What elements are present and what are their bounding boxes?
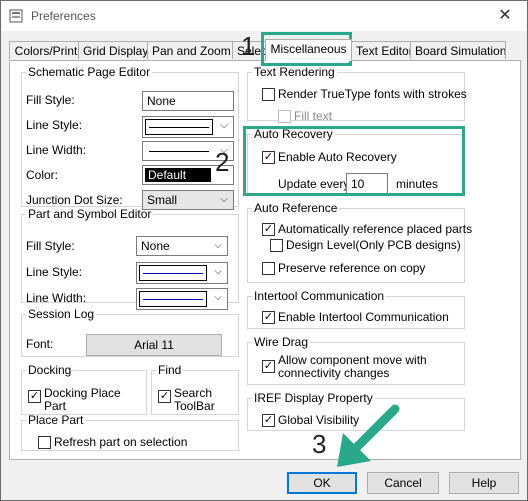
chevron-down-icon: ⌵	[214, 240, 222, 251]
group-title: Schematic Page Editor	[28, 65, 151, 79]
title-bar: Preferences ✕	[1, 1, 527, 31]
render-truetype-checkbox[interactable]	[262, 88, 275, 101]
auto-reference-checkbox[interactable]: ✓	[262, 223, 275, 236]
auto-reference-label: Automatically reference placed parts	[278, 222, 473, 236]
design-level-label: Design Level(Only PCB designs)	[286, 238, 461, 252]
color-label: Color:	[26, 168, 59, 182]
docking-place-part-label: Docking Place Part	[44, 386, 121, 413]
group-title: Text Rendering	[254, 65, 335, 79]
arrow-annotation-icon	[337, 404, 400, 467]
cancel-button[interactable]: Cancel	[367, 472, 439, 494]
annotation-number-1: 1	[241, 31, 256, 61]
text-rendering-group: Text Rendering Render TrueType fonts wit…	[247, 65, 467, 123]
app-icon	[9, 9, 23, 23]
ok-button[interactable]: OK	[287, 472, 357, 494]
chevron-down-icon: ⌵	[214, 292, 222, 303]
preserve-reference-label: Preserve reference on copy	[278, 261, 426, 275]
group-title: Intertool Communication	[254, 289, 385, 303]
annotation-number-2: 2	[215, 147, 230, 177]
intertool-communication-group: Intertool Communication ✓ Enable Interto…	[247, 289, 465, 329]
tab-pan-and-zoom[interactable]: Pan and Zoom	[147, 41, 233, 59]
group-title: Auto Recovery	[254, 127, 333, 141]
tab-text-editor[interactable]: Text Editor	[351, 41, 411, 59]
junction-dot-size-label: Junction Dot Size:	[26, 193, 123, 207]
fill-style-label: Fill Style:	[26, 93, 75, 107]
miscellaneous-panel: Schematic Page Editor Fill Style: None L…	[9, 60, 521, 460]
fill-text-label: Fill text	[294, 109, 333, 123]
tab-board-simulation[interactable]: Board Simulation	[410, 41, 506, 59]
part-line-style-select[interactable]: ⌵	[136, 262, 228, 284]
fill-style-select[interactable]: None	[142, 91, 234, 111]
chevron-down-icon: ⌵	[220, 120, 228, 131]
group-title: Auto Reference	[254, 201, 338, 215]
minutes-label: minutes	[396, 177, 439, 191]
tab-strip: Colors/Print Grid Display Pan and Zoom S…	[9, 39, 521, 61]
fill-style-label: Fill Style:	[26, 239, 75, 253]
wire-drag-group: Wire Drag ✓ Allow component move with co…	[247, 335, 465, 385]
allow-component-move-label: Allow component move with connectivity c…	[278, 353, 427, 380]
line-style-label: Line Style:	[26, 118, 83, 132]
auto-reference-group: Auto Reference ✓ Automatically reference…	[247, 201, 472, 283]
annotation-number-3: 3	[312, 429, 327, 459]
group-title: Place Part	[28, 413, 84, 427]
search-toolbar-checkbox[interactable]: ✓	[158, 390, 171, 403]
close-button[interactable]: ✕	[483, 1, 527, 31]
font-label: Font:	[26, 337, 54, 351]
update-every-label: Update every	[278, 177, 350, 191]
part-fill-style-select[interactable]: None ⌵	[136, 236, 228, 256]
design-level-checkbox[interactable]	[270, 239, 283, 252]
help-button[interactable]: Help	[449, 472, 519, 494]
docking-group: Docking ✓ Docking Place Part	[21, 363, 147, 415]
enable-auto-recovery-checkbox[interactable]: ✓	[262, 151, 275, 164]
fill-text-checkbox[interactable]	[278, 110, 291, 123]
enable-intertool-label: Enable Intertool Communication	[278, 310, 449, 324]
preserve-reference-checkbox[interactable]	[262, 262, 275, 275]
tab-grid-display[interactable]: Grid Display	[78, 41, 148, 59]
update-every-input[interactable]: 10	[346, 173, 388, 195]
tab-colors-print[interactable]: Colors/Print	[9, 41, 83, 59]
render-truetype-label: Render TrueType fonts with strokes	[278, 87, 467, 101]
schematic-page-editor-group: Schematic Page Editor Fill Style: None L…	[21, 65, 239, 210]
refresh-part-checkbox[interactable]	[38, 436, 51, 449]
place-part-group: Place Part Refresh part on selection	[21, 413, 239, 451]
color-value: Default	[148, 168, 187, 182]
global-visibility-checkbox[interactable]: ✓	[262, 414, 275, 427]
allow-component-move-checkbox[interactable]: ✓	[262, 360, 275, 373]
group-title: Part and Symbol Editor	[28, 207, 152, 221]
line-width-label: Line Width:	[26, 143, 87, 157]
window-title: Preferences	[31, 9, 96, 23]
enable-auto-recovery-label: Enable Auto Recovery	[278, 150, 397, 164]
group-title: Wire Drag	[254, 335, 309, 349]
tab-miscellaneous[interactable]: Miscellaneous	[265, 39, 352, 61]
preferences-dialog: Preferences ✕ Colors/Print Grid Display …	[0, 0, 528, 501]
session-log-group: Session Log Font: Arial 11	[21, 307, 239, 357]
group-title: Find	[158, 363, 182, 377]
line-style-label: Line Style:	[26, 265, 83, 279]
refresh-part-label: Refresh part on selection	[54, 435, 188, 449]
line-width-label: Line Width:	[26, 291, 87, 305]
auto-recovery-group: Auto Recovery ✓ Enable Auto Recovery Upd…	[247, 127, 465, 195]
enable-intertool-checkbox[interactable]: ✓	[262, 311, 275, 324]
search-toolbar-label: Search ToolBar	[174, 386, 215, 413]
part-symbol-editor-group: Part and Symbol Editor Fill Style: None …	[21, 207, 239, 310]
chevron-down-icon: ⌵	[214, 266, 222, 277]
docking-place-part-checkbox[interactable]: ✓	[28, 390, 41, 403]
group-title: Docking	[28, 363, 72, 377]
line-style-select[interactable]: ⌵	[142, 116, 234, 138]
group-title: Session Log	[28, 307, 95, 321]
find-group: Find ✓ Search ToolBar	[151, 363, 239, 415]
font-button[interactable]: Arial 11	[86, 334, 222, 356]
